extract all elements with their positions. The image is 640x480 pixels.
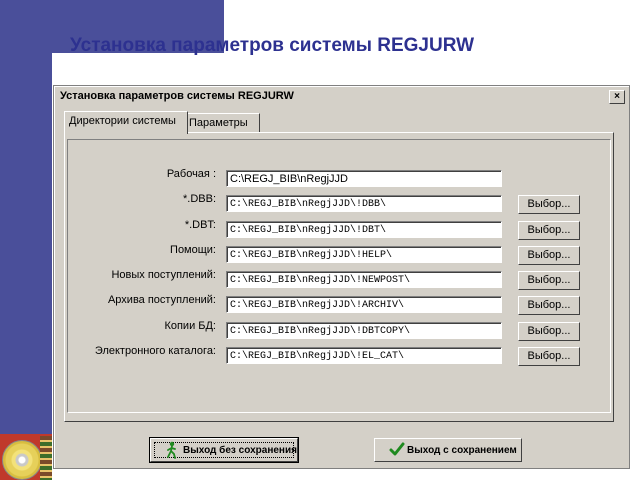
cd-books-logo-icon (0, 434, 52, 480)
dialog-titlebar[interactable]: Установка параметров системы REGJURW × (57, 89, 626, 105)
cd-disc-icon (2, 440, 42, 480)
settings-dialog: Установка параметров системы REGJURW × Д… (53, 85, 630, 469)
dbt-dir-field[interactable]: C:\REGJ_BIB\nRegjJJD\!DBT\ (226, 221, 502, 238)
running-man-icon (165, 441, 179, 464)
newpost-dir-field[interactable]: C:\REGJ_BIB\nRegjJJD\!NEWPOST\ (226, 271, 502, 288)
label-dbt-dir: *.DBT: (184, 219, 216, 231)
slide-corner (52, 53, 64, 65)
select-dbt-button[interactable]: Выбор... (518, 221, 580, 240)
archive-dir-field[interactable]: C:\REGJ_BIB\nRegjJJD\!ARCHIV\ (226, 296, 502, 313)
close-button[interactable]: × (609, 90, 625, 104)
books-icon (40, 436, 52, 480)
dbb-dir-field[interactable]: C:\REGJ_BIB\nRegjJJD\!DBB\ (226, 195, 502, 212)
elcat-dir-field[interactable]: C:\REGJ_BIB\nRegjJJD\!EL_CAT\ (226, 347, 502, 364)
label-elcat-dir: Электронного каталога: (94, 345, 216, 357)
dialog-title: Установка параметров системы REGJURW (60, 90, 294, 102)
slide-title: Установка параметров системы REGJURW (70, 35, 475, 56)
label-dbb-dir: *.DBB: (182, 193, 216, 205)
label-archive-dir: Архива поступлений: (107, 294, 216, 306)
working-dir-field[interactable]: C:\REGJ_BIB\nRegjJJD (226, 170, 502, 187)
dbcopy-dir-field[interactable]: C:\REGJ_BIB\nRegjJJD\!DBTCOPY\ (226, 322, 502, 339)
directories-panel: Рабочая : C:\REGJ_BIB\nRegjJJD *.DBB: C:… (64, 132, 614, 422)
exit-with-save-button[interactable]: Выход с сохранением (374, 438, 522, 462)
directories-group: Рабочая : C:\REGJ_BIB\nRegjJJD *.DBB: C:… (67, 139, 611, 413)
select-dbb-button[interactable]: Выбор... (518, 195, 580, 214)
check-mark-icon (389, 441, 405, 462)
select-dbcopy-button[interactable]: Выбор... (518, 322, 580, 341)
label-newpost-dir: Новых поступлений: (111, 269, 216, 281)
select-elcat-button[interactable]: Выбор... (518, 347, 580, 366)
exit-with-save-label: Выход с сохранением (407, 445, 517, 456)
slide-left-bar (0, 0, 52, 480)
help-dir-field[interactable]: C:\REGJ_BIB\nRegjJJD\!HELP\ (226, 246, 502, 263)
tab-directories[interactable]: Директории системы (64, 111, 188, 134)
exit-without-save-button[interactable]: Выход без сохранения (149, 437, 299, 464)
select-help-button[interactable]: Выбор... (518, 246, 580, 265)
label-dbcopy-dir: Копии БД: (164, 320, 216, 332)
label-working-dir: Рабочая : (166, 168, 216, 180)
select-archive-button[interactable]: Выбор... (518, 296, 580, 315)
label-help-dir: Помощи: (170, 244, 216, 256)
select-newpost-button[interactable]: Выбор... (518, 271, 580, 290)
exit-without-save-label: Выход без сохранения (183, 445, 297, 456)
tab-parameters[interactable]: Параметры (184, 113, 260, 132)
